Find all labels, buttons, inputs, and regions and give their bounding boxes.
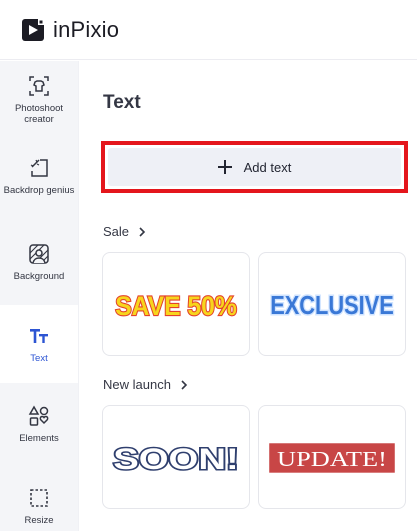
preset-exclusive-text: EXCLUSIVE <box>270 292 394 320</box>
preset-soon-graphic: SOON! <box>112 441 240 477</box>
text-preset-exclusive[interactable]: EXCLUSIVE <box>258 252 406 356</box>
sidebar-item-label: Elements <box>19 433 59 444</box>
add-text-button[interactable]: Add text <box>108 148 401 186</box>
preset-soon-text: SOON! <box>113 443 239 476</box>
sidebar-item-resize[interactable]: Resize <box>0 487 78 527</box>
sidebar-item-label: Backdrop genius <box>3 185 75 196</box>
add-text-highlight: Add text <box>101 141 408 193</box>
sidebar-item-label: Text <box>30 353 48 364</box>
sidebar-item-label: Resize <box>24 515 54 526</box>
chevron-right-icon <box>139 226 146 237</box>
section-header-new-launch[interactable]: New launch <box>103 377 189 392</box>
sidebar-item-text[interactable]: Text <box>0 305 78 383</box>
text-preset-save-50[interactable]: SAVE 50% <box>102 252 250 356</box>
sidebar-item-label: Photoshoot creator <box>14 103 64 125</box>
preset-exclusive-graphic: EXCLUSIVE <box>269 290 396 321</box>
text-preset-soon[interactable]: SOON! <box>102 405 250 509</box>
app-header: inPixio <box>0 0 417 60</box>
text-preset-update[interactable]: UPDATE! <box>258 405 406 509</box>
resize-icon <box>30 489 48 507</box>
preset-save-50-text: SAVE 50% <box>115 291 237 321</box>
preset-update-graphic: UPDATE! <box>269 443 395 473</box>
sidebar-item-background[interactable]: Background <box>0 243 78 283</box>
app-logo[interactable]: inPixio <box>22 17 119 43</box>
section-label: Sale <box>103 224 130 239</box>
sidebar-item-backdrop-genius[interactable]: Backdrop genius <box>0 157 78 217</box>
preset-update-text: UPDATE! <box>277 449 387 471</box>
chevron-right-icon <box>181 379 188 390</box>
section-label: New launch <box>103 377 171 392</box>
section-header-sale[interactable]: Sale <box>103 224 147 239</box>
backdrop-icon <box>30 159 48 177</box>
plus-icon <box>217 160 232 174</box>
sidebar-item-photoshoot-creator[interactable]: Photoshoot creator <box>0 75 78 135</box>
preset-save-50-graphic: SAVE 50% <box>114 290 238 322</box>
sidebar-item-label: Background <box>13 271 65 282</box>
sidebar: Photoshoot creator Backdrop genius Backg… <box>0 61 78 531</box>
add-text-label: Add text <box>243 159 292 175</box>
elements-icon <box>28 405 49 426</box>
sidebar-item-elements[interactable]: Elements <box>0 405 78 445</box>
logo-icon <box>22 18 44 41</box>
background-icon <box>29 244 49 264</box>
photoshoot-icon <box>29 76 49 96</box>
app-name: inPixio <box>53 16 120 42</box>
text-panel: Text Add text Sale SAVE 50% EXCLUSIVE Ne… <box>78 61 417 531</box>
panel-title: Text <box>103 92 141 113</box>
text-icon <box>30 329 48 343</box>
